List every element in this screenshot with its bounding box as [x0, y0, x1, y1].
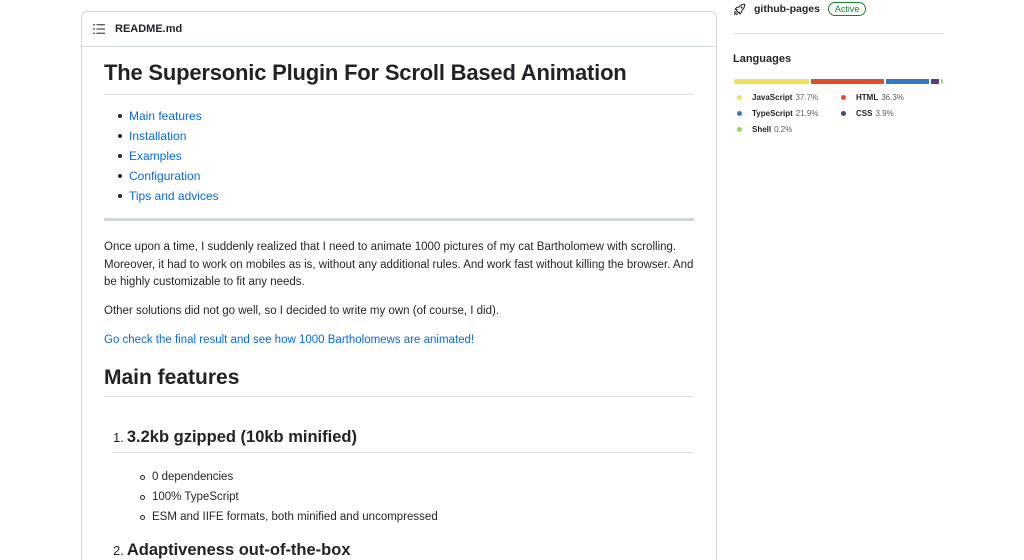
feature-heading-2: 2. Adaptiveness out-of-the-box — [113, 541, 694, 560]
language-bar-segment-html[interactable] — [811, 79, 884, 84]
intro-paragraph: Once upon a time, I suddenly realized th… — [104, 241, 694, 288]
final-result-link[interactable]: Go check the final result and see how 10… — [104, 334, 474, 346]
feature-number: 1. — [113, 430, 124, 445]
table-of-contents: Main features Installation Examples Conf… — [104, 106, 219, 206]
bullet — [118, 134, 122, 138]
main-features-heading: Main features — [104, 366, 694, 397]
feature-title: 3.2kb gzipped (10kb minified) — [126, 428, 357, 446]
language-name: Shell — [752, 124, 772, 134]
feature-number: 2. — [113, 543, 124, 558]
language-bar-segment-javascript[interactable] — [734, 79, 810, 84]
list-icon[interactable] — [93, 24, 105, 34]
list-item: 100% TypeScript — [140, 487, 438, 507]
feature-heading-1: 1. 3.2kb gzipped (10kb minified) — [113, 428, 694, 453]
list-item: 0 dependencies — [140, 467, 438, 487]
language-percent: 3.9% — [875, 108, 894, 118]
language-color-dot — [841, 110, 846, 116]
language-item-shell[interactable]: Shell 0.2% — [737, 123, 792, 135]
solutions-paragraph: Other solutions did not go well, so I de… — [104, 305, 500, 317]
sidebar-divider — [733, 33, 944, 34]
readme-title: The Supersonic Plugin For Scroll Based A… — [104, 60, 694, 95]
rocket-icon — [733, 3, 746, 15]
language-name: CSS — [856, 108, 873, 118]
language-color-dot — [737, 126, 742, 132]
horizontal-rule — [104, 218, 694, 221]
language-percent: 0.2% — [774, 124, 793, 134]
readme-header: README.md — [82, 12, 716, 47]
circle-bullet — [140, 494, 145, 500]
toc-item: Examples — [104, 146, 219, 166]
readme-filename: README.md — [115, 23, 183, 35]
language-name: JavaScript — [752, 92, 793, 102]
language-percent: 21.9% — [795, 108, 819, 118]
toc-item: Configuration — [104, 166, 219, 186]
toc-link-installation[interactable]: Installation — [129, 129, 186, 143]
language-bar-segment-typescript[interactable] — [885, 79, 930, 84]
language-name: TypeScript — [752, 108, 793, 118]
language-color-dot — [841, 94, 846, 100]
readme-panel: README.md The Supersonic Plugin For Scro… — [81, 11, 717, 560]
status-badge: Active — [827, 2, 867, 16]
toc-link-tips[interactable]: Tips and advices — [129, 189, 219, 203]
list-item-text: 0 dependencies — [152, 471, 234, 483]
language-item-typescript[interactable]: TypeScript 21.9% — [737, 107, 818, 119]
language-bar-segment-css[interactable] — [931, 79, 939, 84]
toc-link-examples[interactable]: Examples — [129, 149, 182, 163]
deployment-row: github-pages Active — [733, 2, 867, 16]
toc-link-configuration[interactable]: Configuration — [129, 169, 200, 183]
bullet — [118, 154, 122, 158]
list-item: ESM and IIFE formats, both minified and … — [140, 507, 438, 527]
toc-link-main-features[interactable]: Main features — [129, 109, 202, 123]
languages-bar — [734, 79, 943, 84]
language-percent: 37.7% — [795, 92, 819, 102]
bullet — [118, 114, 122, 118]
circle-bullet — [140, 514, 145, 520]
list-item-text: ESM and IIFE formats, both minified and … — [152, 511, 438, 523]
bullet — [118, 194, 122, 198]
list-item-text: 100% TypeScript — [152, 491, 239, 503]
deployment-link[interactable]: github-pages — [754, 3, 820, 15]
languages-heading: Languages — [733, 53, 792, 65]
language-bar-segment-shell[interactable] — [941, 79, 943, 84]
language-item-css[interactable]: CSS 3.9% — [841, 107, 894, 119]
language-item-javascript[interactable]: JavaScript 37.7% — [737, 91, 818, 103]
toc-item: Main features — [104, 106, 219, 126]
toc-item: Installation — [104, 126, 219, 146]
language-color-dot — [737, 94, 742, 100]
language-percent: 36.3% — [881, 92, 904, 102]
bullet — [118, 174, 122, 178]
language-item-html[interactable]: HTML 36.3% — [841, 91, 904, 103]
feature-1-list: 0 dependencies 100% TypeScript ESM and I… — [140, 467, 438, 527]
language-color-dot — [737, 110, 742, 116]
circle-bullet — [140, 474, 145, 480]
language-name: HTML — [856, 92, 879, 102]
toc-item: Tips and advices — [104, 186, 219, 206]
feature-title: Adaptiveness out-of-the-box — [126, 541, 351, 559]
